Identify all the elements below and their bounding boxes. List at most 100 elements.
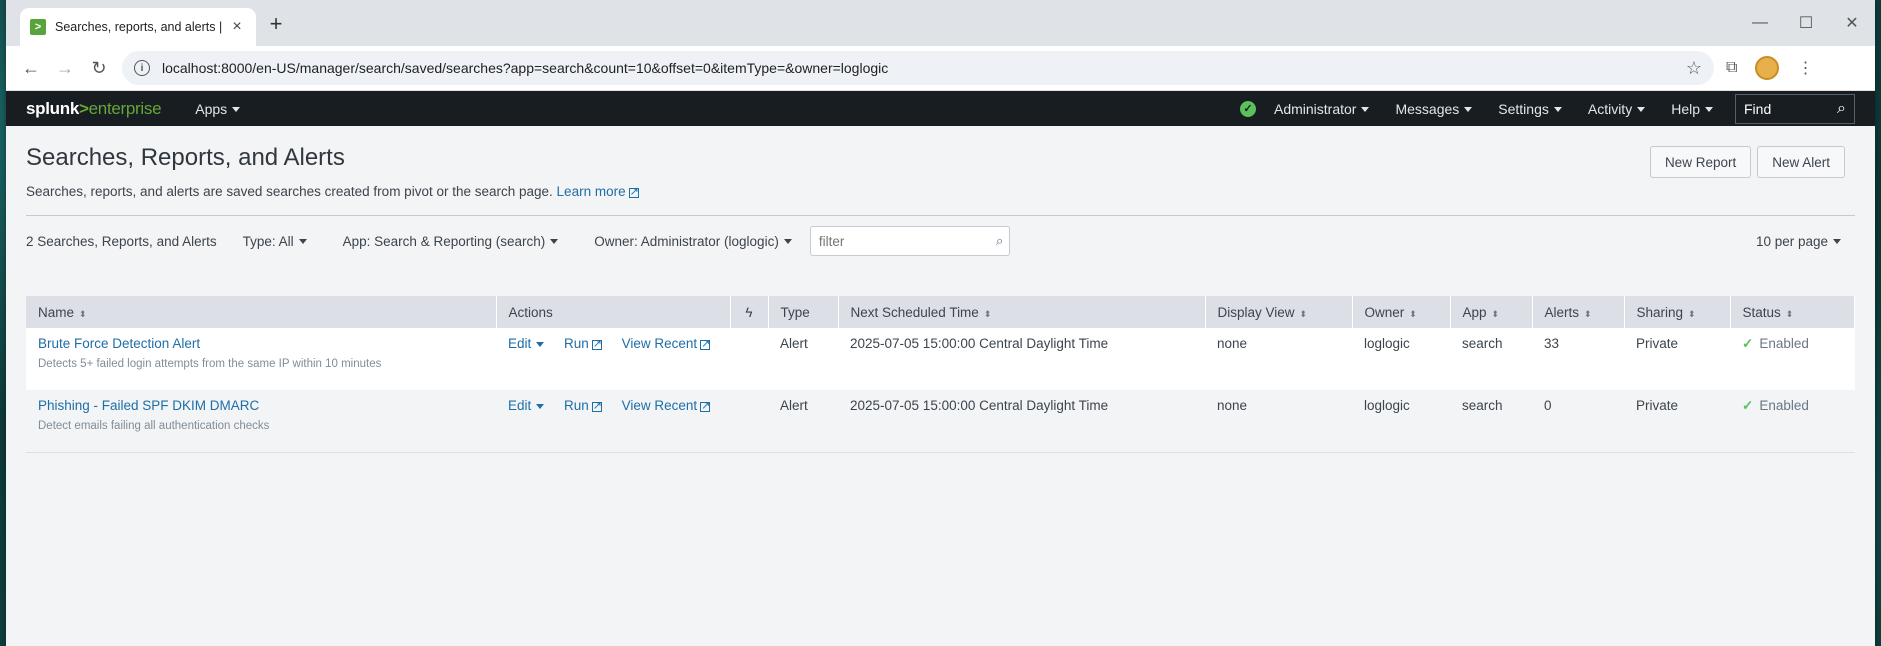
- main-content: Searches, Reports, and Alerts Searches, …: [6, 126, 1875, 646]
- status-text: Enabled: [1759, 398, 1809, 413]
- browser-tab[interactable]: > Searches, reports, and alerts | Sp ×: [20, 8, 256, 46]
- back-icon[interactable]: ←: [14, 51, 48, 85]
- search-icon[interactable]: ⌕: [996, 233, 1004, 249]
- caret-down-icon: [1705, 107, 1713, 113]
- app-filter-dropdown[interactable]: App: Search & Reporting (search): [343, 234, 559, 249]
- learn-more-link[interactable]: Learn more ↗: [557, 184, 639, 199]
- tab-strip: > Searches, reports, and alerts | Sp × +…: [6, 0, 1875, 46]
- health-ok-icon[interactable]: ✓: [1239, 100, 1256, 117]
- view-recent-label: View Recent: [621, 398, 698, 413]
- col-actions-label: Actions: [508, 304, 553, 320]
- owner-cell: loglogic: [1352, 328, 1450, 390]
- edit-menu[interactable]: Edit: [508, 398, 545, 413]
- bookmark-star-icon[interactable]: ☆: [1686, 58, 1702, 79]
- logo-gt-text: >: [79, 98, 89, 118]
- search-name-link[interactable]: Brute Force Detection Alert: [38, 336, 200, 351]
- name-cell: Phishing - Failed SPF DKIM DMARC Detect …: [26, 390, 496, 453]
- col-status[interactable]: Status ⬍: [1730, 296, 1855, 328]
- type-cell: Alert: [768, 328, 838, 390]
- col-owner[interactable]: Owner ⬍: [1352, 296, 1451, 328]
- address-bar[interactable]: i localhost:8000/en-US/manager/search/sa…: [122, 51, 1714, 85]
- close-tab-icon[interactable]: ×: [228, 18, 246, 36]
- app-cell: search: [1450, 328, 1532, 390]
- new-tab-icon[interactable]: +: [264, 12, 288, 36]
- type-filter-dropdown[interactable]: Type: All: [243, 234, 307, 249]
- forward-icon[interactable]: →: [48, 51, 82, 85]
- caret-down-icon: [536, 403, 545, 409]
- splunk-logo[interactable]: splunk>enterprise: [26, 98, 162, 119]
- tab-title: Searches, reports, and alerts | Sp: [55, 20, 225, 34]
- col-name[interactable]: Name ⬍: [26, 296, 497, 328]
- new-alert-button[interactable]: New Alert: [1757, 146, 1845, 178]
- apps-menu[interactable]: Apps: [195, 101, 241, 117]
- sort-icon: ⬍: [1299, 308, 1308, 319]
- table-header-row: Name ⬍ Actions ϟ Type Next Scheduled Time…: [26, 296, 1855, 328]
- table-row: Phishing - Failed SPF DKIM DMARC Detect …: [26, 390, 1855, 453]
- learn-more-label: Learn more: [556, 184, 626, 199]
- col-sharing-label: Sharing: [1636, 304, 1684, 320]
- sort-icon: ⬍: [1409, 308, 1417, 319]
- splunk-top-bar: splunk>enterprise Apps ✓ Administrator M…: [6, 91, 1875, 126]
- caret-down-icon: [298, 239, 307, 245]
- col-name-label: Name: [38, 304, 75, 320]
- status-cell: ✓ Enabled: [1730, 328, 1855, 390]
- administrator-menu[interactable]: Administrator: [1274, 101, 1370, 117]
- url-text[interactable]: localhost:8000/en-US/manager/search/save…: [162, 60, 1686, 76]
- description-text: Searches, reports, and alerts are saved …: [26, 184, 553, 199]
- splunk-favicon-icon: >: [30, 19, 46, 35]
- sharing-cell: Private: [1624, 390, 1730, 453]
- splunk-bar-right: ✓ Administrator Messages Settings Activi…: [1239, 93, 1855, 124]
- sharing-cell: Private: [1624, 328, 1730, 390]
- activity-menu[interactable]: Activity: [1588, 101, 1646, 117]
- saved-searches-table: Name ⬍ Actions ϟ Type Next Scheduled Time…: [26, 296, 1855, 453]
- filter-input-box[interactable]: ⌕: [809, 226, 1010, 256]
- lightning-icon: ϟ: [745, 304, 753, 320]
- view-recent-link[interactable]: View Recent ↗: [622, 336, 711, 351]
- search-description: Detects 5+ failed login attempts from th…: [38, 358, 382, 370]
- per-page-dropdown[interactable]: 10 per page: [1756, 234, 1841, 249]
- app-filter-label: App: Search & Reporting (search): [342, 233, 546, 249]
- page-title: Searches, Reports, and Alerts: [26, 144, 345, 171]
- caret-down-icon: [1464, 107, 1473, 113]
- app-cell: search: [1450, 390, 1532, 453]
- reload-icon[interactable]: ↻: [82, 51, 116, 85]
- result-count: 2 Searches, Reports, and Alerts: [26, 233, 217, 249]
- page-description: Searches, reports, and alerts are saved …: [26, 184, 1855, 199]
- next-scheduled-cell: 2025-07-05 15:00:00 Central Daylight Tim…: [838, 390, 1205, 453]
- col-display-view[interactable]: Display View ⬍: [1205, 296, 1353, 328]
- close-window-icon[interactable]: ✕: [1829, 0, 1875, 46]
- owner-filter-dropdown[interactable]: Owner: Administrator (loglogic): [594, 234, 792, 249]
- settings-menu[interactable]: Settings: [1498, 101, 1562, 117]
- view-recent-link[interactable]: View Recent ↗: [622, 398, 711, 413]
- settings-label: Settings: [1498, 100, 1549, 117]
- col-app-label: App: [1462, 304, 1487, 320]
- search-icon[interactable]: ⌕: [1837, 100, 1846, 118]
- edit-menu[interactable]: Edit: [508, 336, 545, 351]
- col-realtime[interactable]: ϟ: [730, 296, 769, 328]
- col-owner-label: Owner: [1364, 304, 1405, 320]
- maximize-icon[interactable]: ☐: [1783, 0, 1829, 46]
- col-actions: Actions: [496, 296, 731, 328]
- new-report-button[interactable]: New Report: [1649, 146, 1752, 178]
- filter-input[interactable]: [818, 233, 996, 249]
- logo-splunk-text: splunk: [26, 98, 79, 118]
- actions-cell: Edit Run ↗ View Recent ↗: [496, 328, 730, 390]
- help-label: Help: [1671, 100, 1700, 117]
- profile-avatar[interactable]: [1755, 56, 1780, 80]
- help-menu[interactable]: Help: [1671, 101, 1713, 117]
- display-view-cell: none: [1205, 390, 1352, 453]
- col-alerts[interactable]: Alerts ⬍: [1532, 296, 1625, 328]
- col-app[interactable]: App ⬍: [1450, 296, 1533, 328]
- messages-menu[interactable]: Messages: [1395, 101, 1473, 117]
- col-next-scheduled[interactable]: Next Scheduled Time ⬍: [838, 296, 1206, 328]
- cast-icon[interactable]: ⧉: [1726, 59, 1737, 77]
- site-info-icon[interactable]: i: [134, 60, 150, 76]
- search-name-link[interactable]: Phishing - Failed SPF DKIM DMARC: [38, 398, 259, 413]
- menu-kebab-icon[interactable]: ⋮: [1797, 58, 1813, 78]
- col-alerts-label: Alerts: [1544, 304, 1580, 320]
- run-link[interactable]: Run ↗: [564, 336, 602, 351]
- minimize-icon[interactable]: —: [1737, 0, 1783, 46]
- run-link[interactable]: Run ↗: [564, 398, 602, 413]
- find-search-box[interactable]: Find ⌕: [1735, 93, 1855, 124]
- col-sharing[interactable]: Sharing ⬍: [1624, 296, 1731, 328]
